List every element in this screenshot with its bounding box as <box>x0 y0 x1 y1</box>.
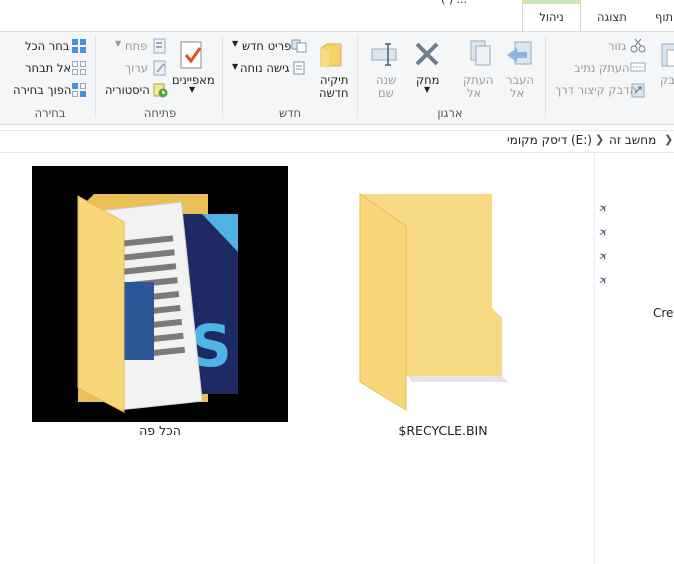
pin-icon[interactable]: ✈ <box>596 273 611 289</box>
folder-documents-icon[interactable]: S <box>32 166 288 422</box>
paste-shortcut-button[interactable]: הדבק קיצור דרך <box>555 83 637 97</box>
edit-icon[interactable] <box>152 60 168 76</box>
edit-button[interactable]: ערוך <box>125 61 148 75</box>
paste-button[interactable]: דבק <box>660 73 674 87</box>
cut-button[interactable]: גזור <box>608 39 626 53</box>
new-item-button[interactable]: פריט חדש <box>242 39 291 53</box>
move-to-button-line2[interactable]: אל <box>510 86 524 100</box>
select-all-icon[interactable] <box>71 38 87 54</box>
easy-access-button[interactable]: גישה נוחה <box>240 61 289 75</box>
new-folder-button-line2[interactable]: חדשה <box>319 86 348 100</box>
invert-selection-button[interactable]: הפוך בחירה <box>13 83 71 97</box>
breadcrumb-this-pc[interactable]: מחשב זה <box>609 133 656 147</box>
ribbon-separator <box>545 36 546 118</box>
chevron-right-icon[interactable]: ❯ <box>664 133 673 146</box>
chevron-down-icon[interactable]: ▼ <box>115 39 121 48</box>
nav-item-partial[interactable]: Crea <box>653 306 674 320</box>
properties-icon[interactable] <box>178 40 206 70</box>
open-button[interactable]: פתח <box>125 39 147 53</box>
nav-pane-divider <box>594 152 595 564</box>
file-name-label[interactable]: הכל פה <box>32 423 288 438</box>
group-label-select: בחירה <box>34 106 66 120</box>
move-to-icon[interactable] <box>505 38 535 70</box>
copy-to-button[interactable]: העתק <box>463 73 493 87</box>
chevron-down-icon[interactable]: ▼ <box>189 85 195 94</box>
select-none-button[interactable]: אל תבחר <box>25 61 71 75</box>
group-label-new: חדש <box>279 106 301 120</box>
history-icon[interactable] <box>152 82 168 98</box>
select-none-icon[interactable] <box>71 60 87 76</box>
new-folder-button[interactable]: תיקיה <box>320 73 348 87</box>
copy-path-icon[interactable] <box>630 60 646 74</box>
pin-icon[interactable]: ✈ <box>596 225 611 241</box>
chevron-right-icon[interactable]: ❯ <box>595 133 604 146</box>
rename-button[interactable]: שנה <box>376 73 396 87</box>
select-all-button[interactable]: בחר הכל <box>25 39 69 53</box>
tab-manage-label[interactable]: ניהול <box>522 10 581 24</box>
copy-to-icon[interactable] <box>463 38 493 70</box>
delete-icon[interactable] <box>413 40 441 68</box>
rename-button-line2[interactable]: שם <box>378 86 394 100</box>
move-to-button[interactable]: העבר <box>506 73 534 87</box>
copy-to-button-line2[interactable]: אל <box>467 86 481 100</box>
pin-icon[interactable]: ✈ <box>596 249 611 265</box>
tab-view[interactable]: תצוגה <box>597 10 627 24</box>
ribbon-separator <box>222 36 223 118</box>
paste-icon[interactable] <box>659 40 674 70</box>
pin-icon[interactable]: ✈ <box>596 201 611 217</box>
group-label-organize: ארגון <box>437 106 463 120</box>
window-title-fragment: ( ) ... <box>441 0 467 6</box>
new-folder-icon[interactable] <box>319 40 343 70</box>
copy-path-button[interactable]: העתק נתיב <box>574 61 629 75</box>
breadcrumb-local-disk[interactable]: דיסק מקומי (E:) <box>507 133 592 147</box>
new-item-icon[interactable] <box>290 38 308 54</box>
history-button[interactable]: היסטוריה <box>105 83 150 97</box>
rename-icon[interactable] <box>370 40 400 68</box>
invert-selection-icon[interactable] <box>71 82 87 98</box>
file-name-label[interactable]: $RECYCLE.BIN <box>356 423 530 438</box>
chevron-down-icon[interactable]: ▼ <box>424 85 430 94</box>
ribbon-separator <box>95 36 96 118</box>
chevron-down-icon[interactable]: ▼ <box>232 62 238 71</box>
group-label-open: פתיחה <box>143 106 177 120</box>
easy-access-icon[interactable] <box>290 60 308 76</box>
open-icon[interactable] <box>152 38 168 54</box>
chevron-down-icon[interactable]: ▼ <box>232 39 238 48</box>
scissors-icon[interactable] <box>630 37 646 53</box>
folder-icon[interactable] <box>356 190 516 415</box>
tab-share[interactable]: תוף <box>655 10 673 24</box>
ribbon-separator <box>357 36 358 118</box>
